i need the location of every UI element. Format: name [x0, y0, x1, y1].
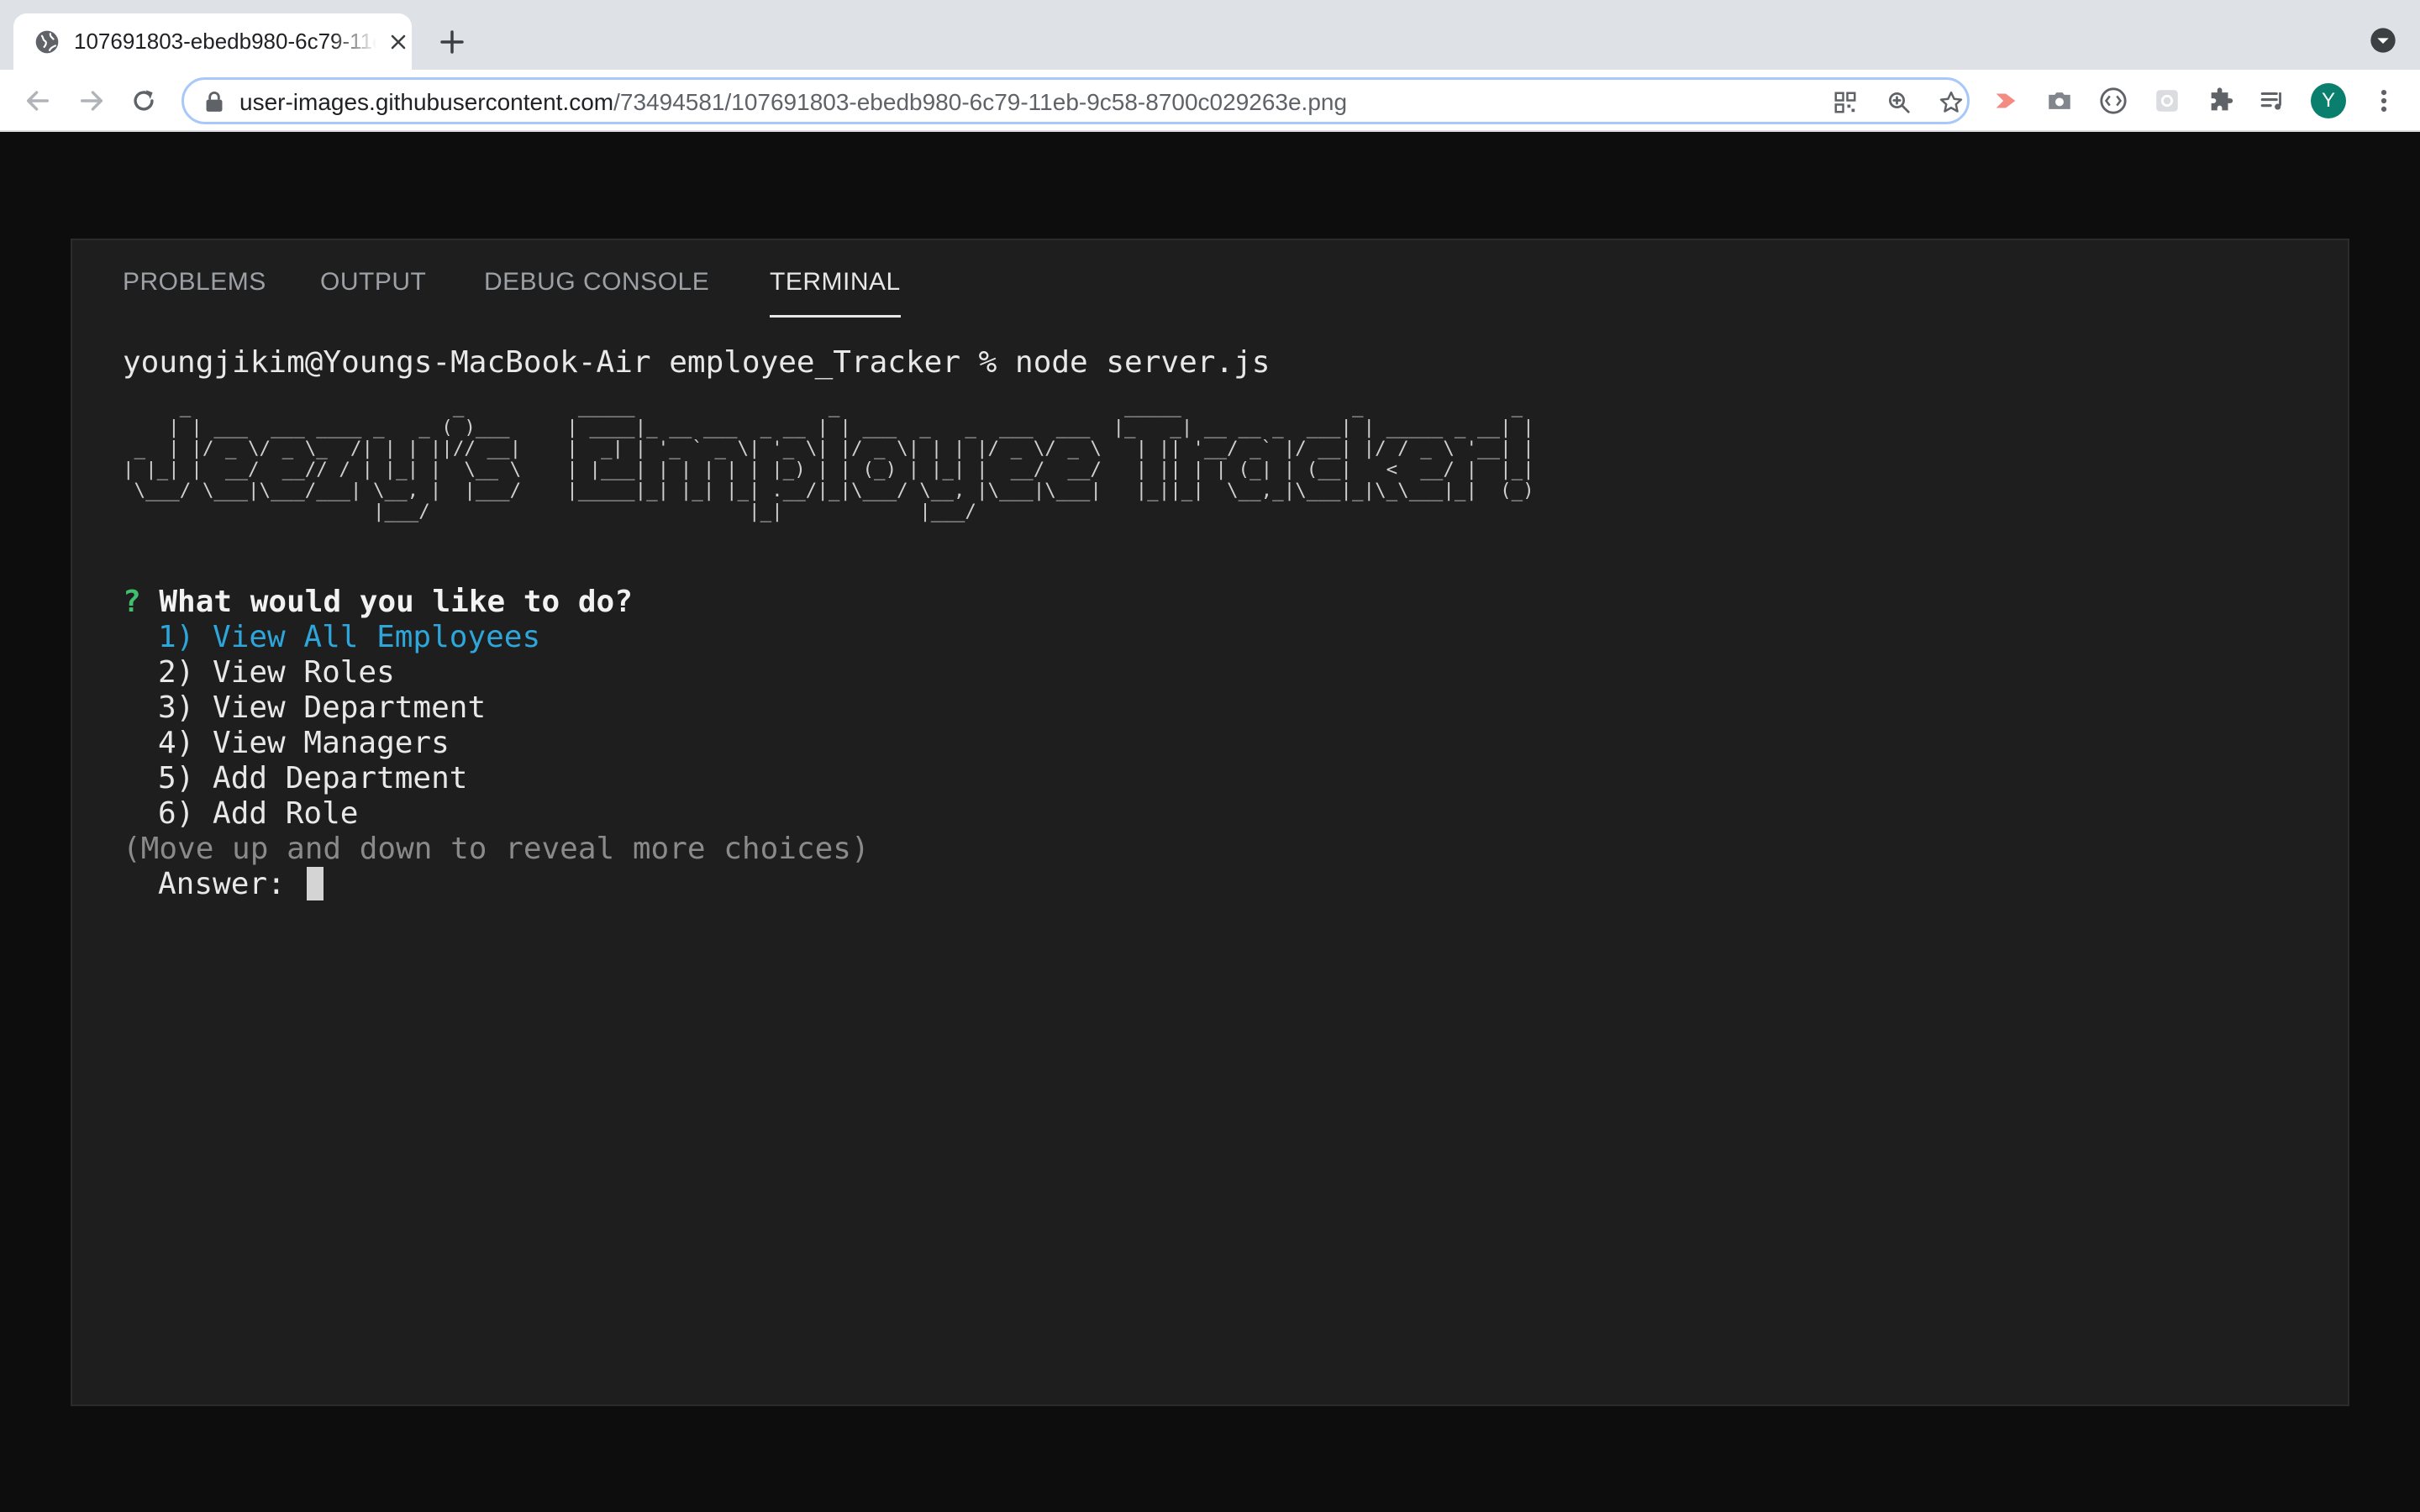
scroll-hint: (Move up and down to reveal more choices… — [123, 832, 870, 866]
terminal-output[interactable]: youngjikim@Youngs-MacBook-Air employee_T… — [123, 344, 2307, 1369]
choice-item[interactable]: 2) View Roles — [123, 655, 870, 690]
inquirer-prompt: ? What would you like to do? 1) View All… — [123, 585, 870, 902]
browser-tab-strip: 107691803-ebedb980-6c79-11eb-9c58-8700c0… — [0, 0, 2420, 70]
qr-code-icon[interactable] — [1833, 90, 1858, 115]
puzzle-extensions-icon[interactable] — [2207, 87, 2235, 115]
gear-extension-icon[interactable] — [2153, 87, 2181, 115]
tab-output[interactable]: OUTPUT — [320, 265, 426, 299]
extension-red-arrow-icon[interactable] — [1991, 87, 2020, 115]
tab-terminal[interactable]: TERMINAL — [770, 265, 901, 318]
lock-icon[interactable] — [204, 91, 224, 113]
close-icon[interactable] — [388, 32, 408, 52]
address-bar[interactable]: user-images.githubusercontent.com/734945… — [182, 77, 1970, 124]
question-line: ? What would you like to do? — [123, 585, 870, 620]
shell-prompt: youngjikim@Youngs-MacBook-Air employee_T… — [123, 345, 1270, 380]
choice-item[interactable]: 4) View Managers — [123, 726, 870, 761]
url-host: user-images.githubusercontent.com — [239, 89, 614, 115]
back-arrow-icon[interactable] — [24, 87, 52, 115]
bookmark-star-icon[interactable] — [1939, 90, 1964, 115]
vscode-panel: PROBLEMS OUTPUT DEBUG CONSOLE TERMINAL y… — [71, 239, 2349, 1406]
forward-arrow-icon[interactable] — [77, 87, 106, 115]
kebab-menu-icon[interactable] — [2370, 87, 2398, 115]
camera-icon[interactable] — [2045, 87, 2074, 115]
panel-tab-bar: PROBLEMS OUTPUT DEBUG CONSOLE TERMINAL — [72, 240, 2348, 324]
answer-label: Answer: — [158, 867, 286, 901]
url-path: /73494581/107691803-ebedb980-6c79-11eb-9… — [613, 89, 1348, 115]
media-queue-icon[interactable] — [2259, 87, 2287, 115]
profile-avatar[interactable]: Y — [2311, 83, 2346, 118]
choice-item[interactable]: 6) Add Role — [123, 796, 870, 832]
browser-tab[interactable]: 107691803-ebedb980-6c79-11eb-9c58-8700c0… — [13, 13, 412, 70]
globe-icon — [35, 30, 59, 54]
tab-title: 107691803-ebedb980-6c79-11eb-9c58-8700c0… — [74, 29, 376, 54]
choice-item[interactable]: 1) View All Employees — [123, 620, 870, 655]
choice-item[interactable]: 3) View Department — [123, 690, 870, 726]
question-text: What would you like to do? — [159, 585, 633, 619]
reload-icon[interactable] — [129, 87, 158, 115]
choice-item[interactable]: 5) Add Department — [123, 761, 870, 796]
tab-debug-console[interactable]: DEBUG CONSOLE — [484, 265, 709, 299]
answer-line[interactable]: Answer: — [123, 867, 870, 902]
url-text[interactable]: user-images.githubusercontent.com/734945… — [239, 87, 1347, 118]
code-brackets-icon[interactable] — [2099, 87, 2128, 115]
zoom-icon[interactable] — [1886, 90, 1912, 115]
question-mark: ? — [123, 585, 141, 619]
browser-toolbar: user-images.githubusercontent.com/734945… — [0, 70, 2420, 132]
text-cursor — [307, 867, 324, 900]
ascii-banner: _ _ _____ _ _____ _ _ | | ___ ___ ____ _… — [123, 396, 1534, 522]
new-tab-plus-icon[interactable] — [439, 29, 466, 55]
tab-search-chevron-icon[interactable] — [2370, 27, 2396, 54]
tab-problems[interactable]: PROBLEMS — [123, 265, 266, 299]
